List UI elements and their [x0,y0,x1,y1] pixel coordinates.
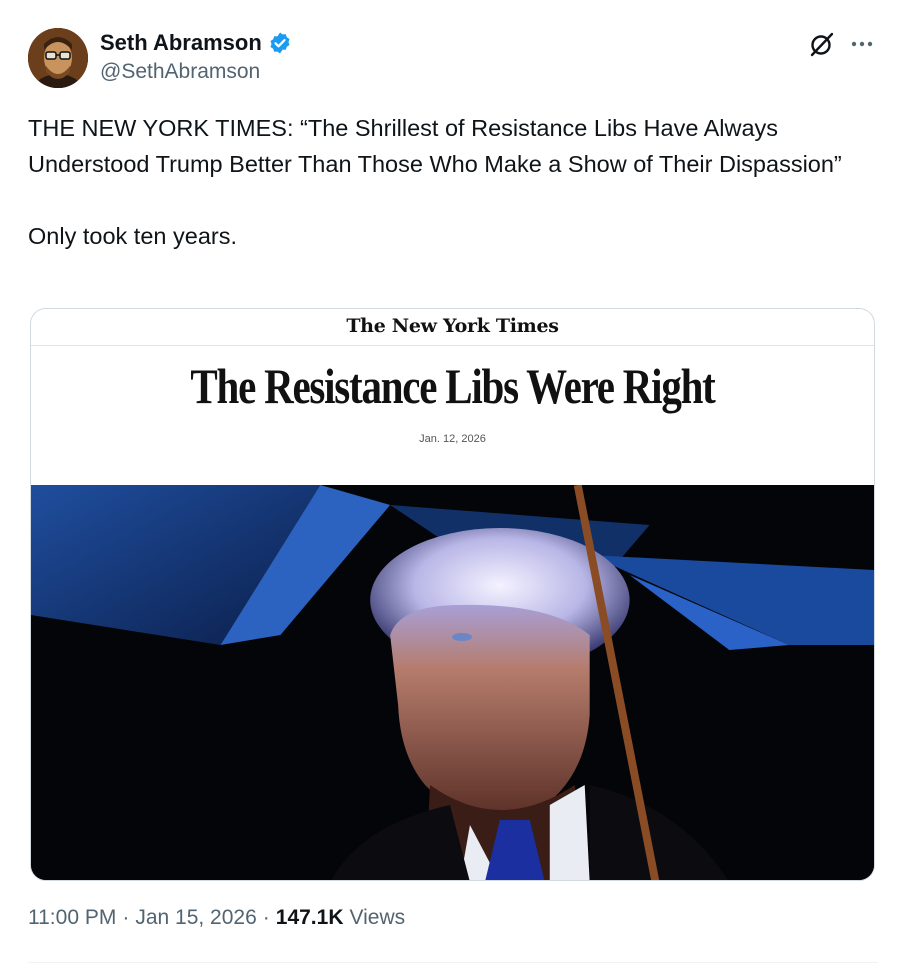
more-options-icon[interactable] [848,30,876,58]
author-display-name[interactable]: Seth Abramson [100,30,262,56]
tweet-paragraph: THE NEW YORK TIMES: “The Shrillest of Re… [28,115,842,177]
article-date: Jan. 12, 2026 [419,433,486,445]
tweet-card: Seth Abramson @SethAbramson THE NEW YORK… [0,0,910,976]
tweet-meta: 11:00 PM · Jan 15, 2026 · 147.1K Views [28,906,405,930]
nyt-masthead: The New York Times [346,315,559,337]
article-headline: The Resistance Libs Were Right [190,358,715,414]
verified-badge-icon [270,32,290,54]
tweet-media-image[interactable]: The New York Times The Resistance Libs W… [30,308,875,881]
footer-divider [28,962,878,963]
author-name-row[interactable]: Seth Abramson [100,28,292,58]
tweet-paragraph: Only took ten years. [28,223,237,249]
tweet-date[interactable]: Jan 15, 2026 [135,906,256,930]
nyt-article-header: The New York Times The Resistance Libs W… [31,309,874,485]
views-count[interactable]: 147.1K [276,906,344,930]
meta-separator: · [122,906,130,929]
masthead-divider [31,345,874,346]
grok-icon[interactable] [808,30,836,58]
tweet-text: THE NEW YORK TIMES: “The Shrillest of Re… [28,110,878,254]
tweet-time[interactable]: 11:00 PM [28,906,116,930]
article-photo [31,485,874,880]
views-label: Views [349,906,406,929]
author-handle[interactable]: @SethAbramson [100,60,260,84]
avatar-image [28,28,88,88]
meta-separator: · [262,906,270,929]
avatar[interactable] [28,28,88,88]
